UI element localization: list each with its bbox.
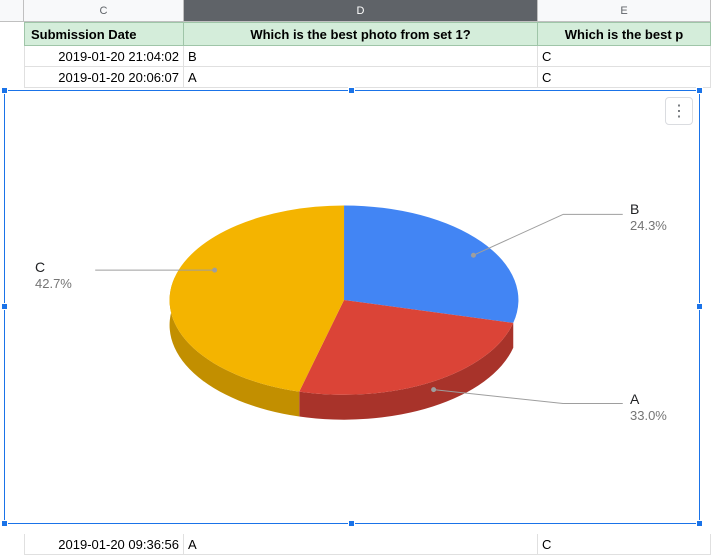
pie-chart-object[interactable]: ⋮ B 24.3% A 33.0%	[4, 90, 700, 524]
row-stub	[0, 0, 24, 21]
header-set1[interactable]: Which is the best photo from set 1?	[184, 22, 538, 46]
cell-e[interactable]: C	[538, 46, 711, 67]
cell-d[interactable]: A	[184, 534, 538, 555]
leader-dot	[431, 387, 436, 392]
col-header-d[interactable]: D	[184, 0, 538, 21]
cell-e[interactable]: C	[538, 534, 711, 555]
slice-label-c: C 42.7%	[35, 259, 72, 291]
slice-label-b: B 24.3%	[630, 201, 667, 233]
table-row: 2019-01-20 09:36:56 A C	[24, 534, 711, 555]
col-header-c[interactable]: C	[24, 0, 184, 21]
column-letter-row: C D E	[0, 0, 711, 22]
pie-chart-svg	[5, 91, 699, 523]
table-row: 2019-01-20 20:06:07 A C	[24, 67, 711, 88]
table-row: 2019-01-20 21:04:02 B C	[24, 46, 711, 67]
leader-dot	[471, 253, 476, 258]
header-set2[interactable]: Which is the best p	[538, 22, 711, 46]
leader-line	[473, 214, 563, 255]
slice-label-a: A 33.0%	[630, 391, 667, 423]
cell-e[interactable]: C	[538, 67, 711, 88]
header-submission-date[interactable]: Submission Date	[24, 22, 184, 46]
table-header-row: Submission Date Which is the best photo …	[24, 22, 711, 46]
cell-date[interactable]: 2019-01-20 21:04:02	[24, 46, 184, 67]
leader-dot	[212, 268, 217, 273]
cell-date[interactable]: 2019-01-20 20:06:07	[24, 67, 184, 88]
cell-d[interactable]: A	[184, 67, 538, 88]
cell-date[interactable]: 2019-01-20 09:36:56	[24, 534, 184, 555]
col-header-e[interactable]: E	[538, 0, 711, 21]
cell-d[interactable]: B	[184, 46, 538, 67]
